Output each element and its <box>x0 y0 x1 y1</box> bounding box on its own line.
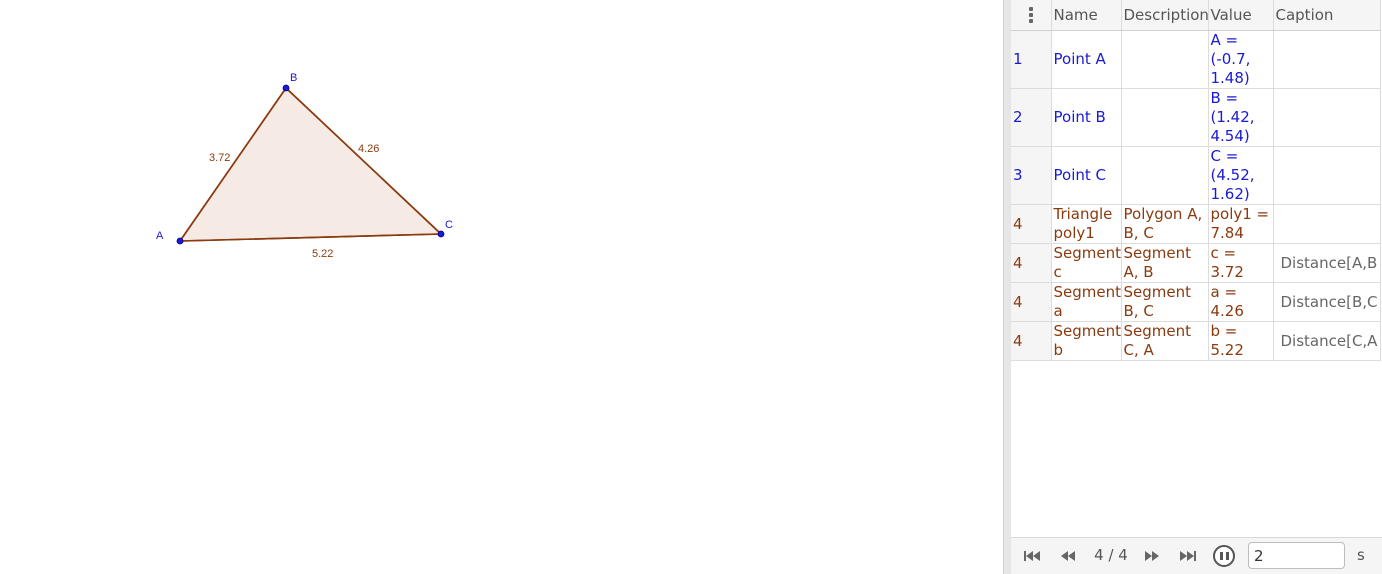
column-header-description[interactable]: Description <box>1121 0 1209 31</box>
row-caption: Distance[C,A <box>1273 321 1381 361</box>
row-name: Point C <box>1051 146 1122 205</box>
last-step-button[interactable] <box>1177 548 1199 564</box>
row-number: 4 <box>1011 321 1052 361</box>
row-value: a = 4.26 <box>1208 282 1274 322</box>
skip-to-start-icon <box>1024 551 1040 561</box>
column-header-name[interactable]: Name <box>1051 0 1122 31</box>
table-row[interactable]: 2 Point B B = (1.42, 4.54) <box>1011 88 1381 147</box>
fast-forward-icon <box>1145 551 1159 561</box>
row-caption: Distance[B,C <box>1273 282 1381 322</box>
speed-input[interactable] <box>1248 542 1345 569</box>
row-number: 2 <box>1011 88 1052 147</box>
first-step-button[interactable] <box>1021 548 1043 564</box>
row-name: Segment a <box>1051 282 1122 322</box>
table-row[interactable]: 4 Segment b Segment C, A b = 5.22 Distan… <box>1011 321 1381 361</box>
row-value: c = 3.72 <box>1208 243 1274 283</box>
previous-step-button[interactable] <box>1057 548 1079 564</box>
row-number: 3 <box>1011 146 1052 205</box>
point-b[interactable] <box>282 84 290 92</box>
row-name: Point A <box>1051 30 1122 89</box>
row-description <box>1121 146 1209 205</box>
step-counter: 4 / 4 <box>1094 546 1128 564</box>
row-description <box>1121 30 1209 89</box>
row-name: Point B <box>1051 88 1122 147</box>
row-description: Segment C, A <box>1121 321 1209 361</box>
segment-a-label: 4.26 <box>358 143 379 155</box>
point-c-label: C <box>445 219 453 231</box>
row-value: b = 5.22 <box>1208 321 1274 361</box>
graphics-view[interactable]: 3.72 4.26 5.22 A B C <box>0 0 1003 574</box>
column-header-caption[interactable]: Caption <box>1273 0 1381 31</box>
row-description: Segment B, C <box>1121 282 1209 322</box>
row-caption <box>1273 88 1381 147</box>
point-a[interactable] <box>176 237 184 245</box>
speed-unit-label: s <box>1357 546 1365 564</box>
pause-icon <box>1220 552 1223 560</box>
segment-c-label: 3.72 <box>209 152 230 164</box>
table-row[interactable]: 3 Point C C = (4.52, 1.62) <box>1011 146 1381 205</box>
panel-divider[interactable] <box>1003 0 1011 574</box>
row-name: Segment c <box>1051 243 1122 283</box>
more-vertical-icon <box>1028 7 1033 23</box>
row-value: A = (-0.7, 1.48) <box>1208 30 1274 89</box>
construction-protocol-panel: Name Description Value Caption 1 Point A… <box>1011 0 1382 574</box>
table-row[interactable]: 4 Segment c Segment A, B c = 3.72 Distan… <box>1011 243 1381 283</box>
next-step-button[interactable] <box>1141 548 1163 564</box>
row-caption <box>1273 204 1381 244</box>
row-number: 1 <box>1011 30 1052 89</box>
point-b-label: B <box>290 72 297 84</box>
row-value: C = (4.52, 1.62) <box>1208 146 1274 205</box>
column-menu-button[interactable] <box>1011 0 1052 31</box>
row-number: 4 <box>1011 243 1052 283</box>
row-description: Polygon A, B, C <box>1121 204 1209 244</box>
row-value: poly1 = 7.84 <box>1208 204 1274 244</box>
row-description: Segment A, B <box>1121 243 1209 283</box>
rewind-icon <box>1061 551 1075 561</box>
row-number: 4 <box>1011 204 1052 244</box>
column-header-value[interactable]: Value <box>1208 0 1274 31</box>
table-header-row: Name Description Value Caption <box>1011 0 1381 31</box>
skip-to-end-icon <box>1180 551 1196 561</box>
point-a-label: A <box>156 230 164 242</box>
row-caption <box>1273 30 1381 89</box>
table-row[interactable]: 4 Triangle poly1 Polygon A, B, C poly1 =… <box>1011 204 1381 244</box>
row-number: 4 <box>1011 282 1052 322</box>
point-c[interactable] <box>437 230 445 238</box>
row-name: Triangle poly1 <box>1051 204 1122 244</box>
row-value: B = (1.42, 4.54) <box>1208 88 1274 147</box>
construction-protocol-table: Name Description Value Caption 1 Point A… <box>1011 0 1381 361</box>
pause-icon <box>1226 552 1229 560</box>
pause-button[interactable] <box>1213 545 1235 567</box>
row-caption <box>1273 146 1381 205</box>
table-row[interactable]: 4 Segment a Segment B, C a = 4.26 Distan… <box>1011 282 1381 322</box>
table-row[interactable]: 1 Point A A = (-0.7, 1.48) <box>1011 30 1381 89</box>
segment-b-label: 5.22 <box>312 248 333 260</box>
navigation-bar: 4 / 4 s <box>1011 537 1382 574</box>
row-name: Segment b <box>1051 321 1122 361</box>
row-description <box>1121 88 1209 147</box>
row-caption: Distance[A,B <box>1273 243 1381 283</box>
graphics-canvas[interactable]: 3.72 4.26 5.22 A B C <box>0 0 1003 574</box>
